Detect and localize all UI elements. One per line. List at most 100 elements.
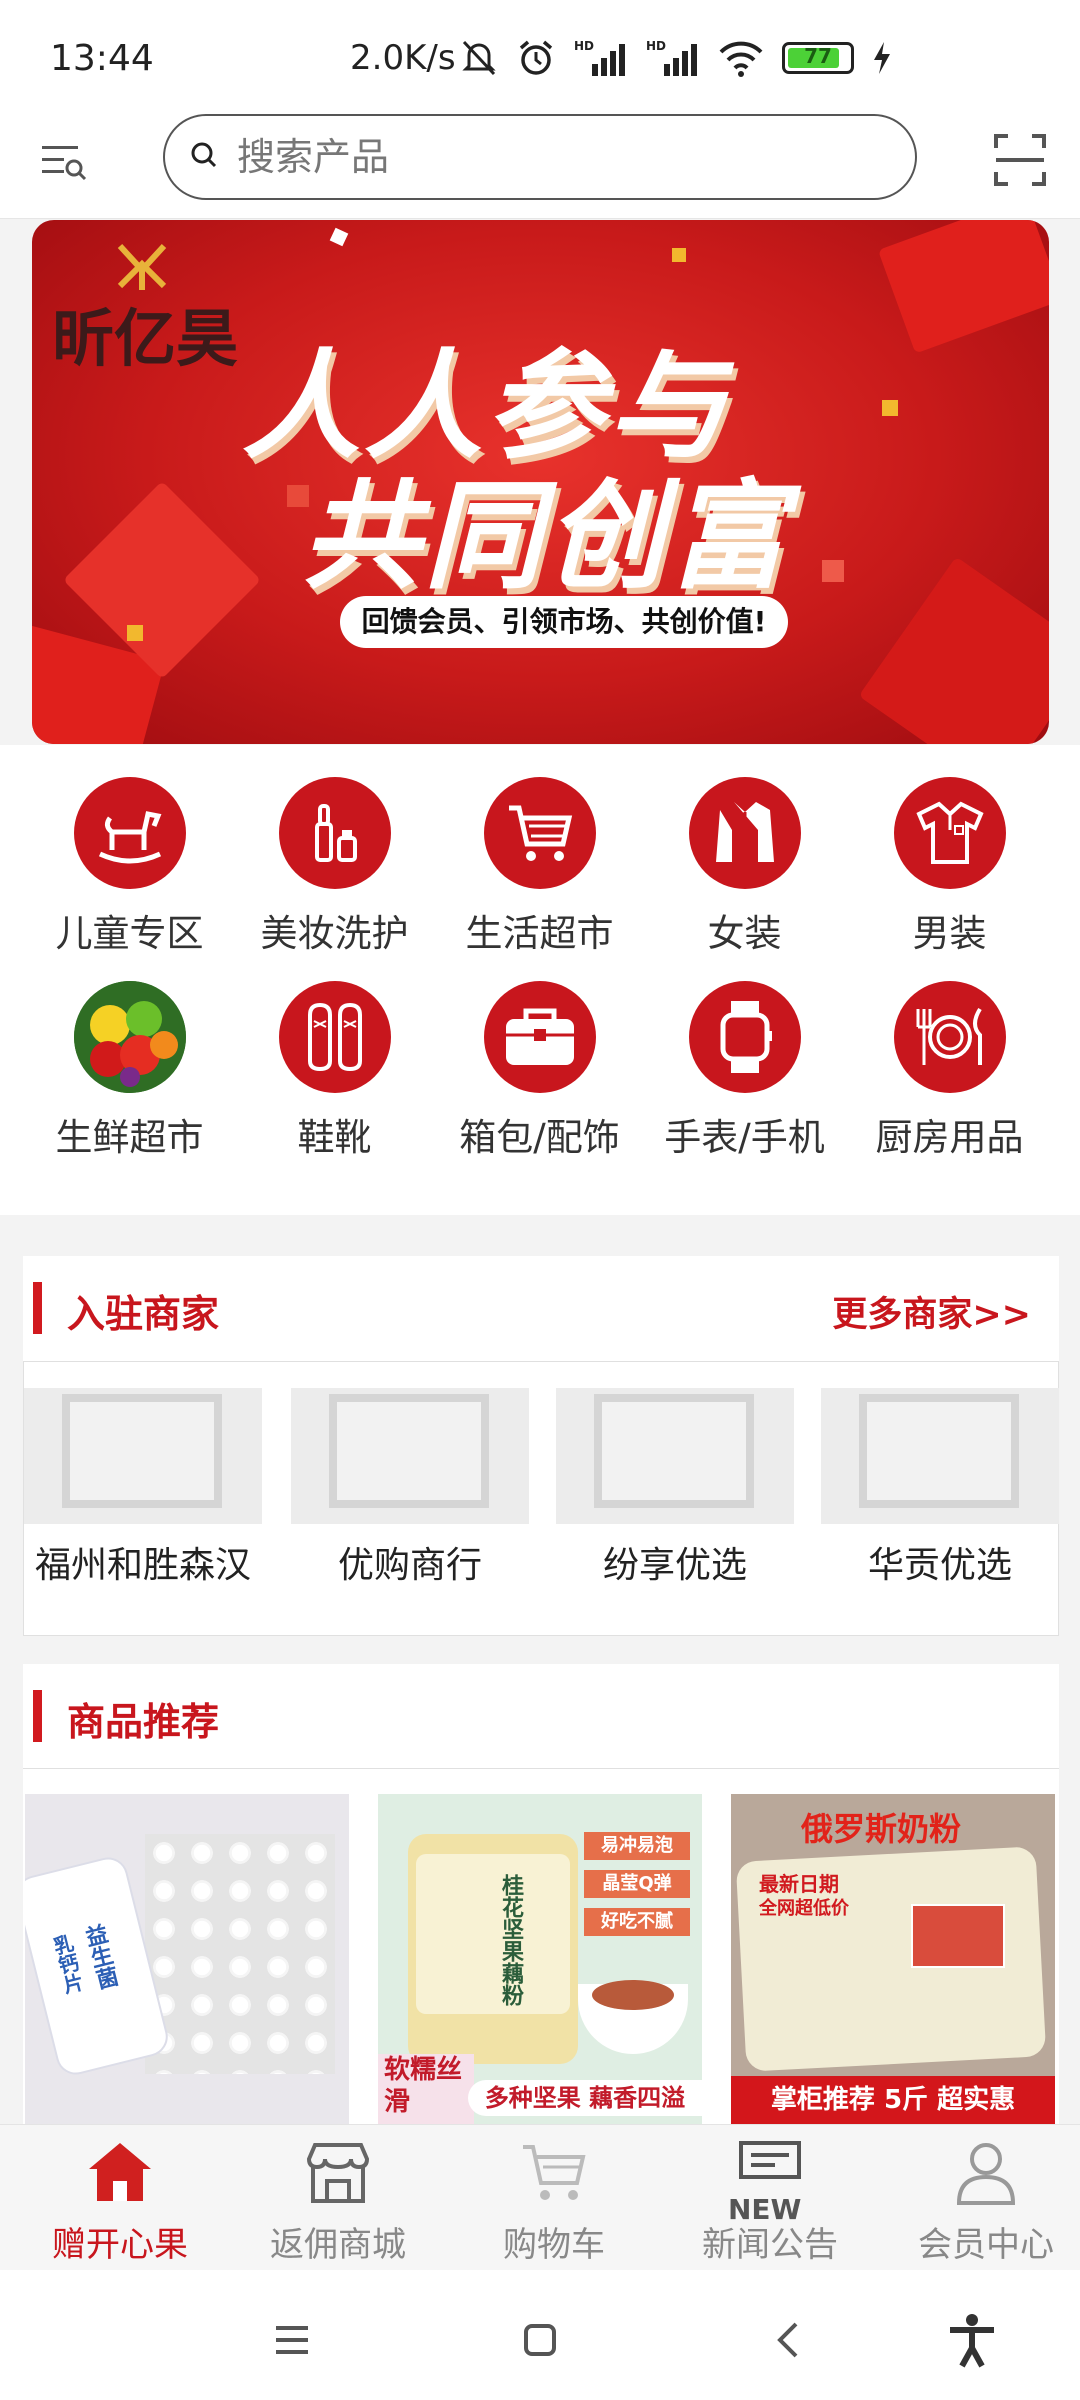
product-caption: 多种坚果 藕香四溢 [468,2080,702,2116]
product-caption: 晶莹Q弹 [584,1870,690,1898]
banner-tagline: 回馈会员、引领市场、共创价值! [340,596,788,648]
product-caption: 好吃不腻 [584,1908,690,1936]
category-label: 生鲜超市 [55,1116,204,1159]
status-bar: 13:44 2.0K/s HD HD 77 [0,0,1080,110]
cart-icon [523,2145,586,2200]
category-label: 儿童专区 [55,912,204,955]
search-icon [191,142,217,168]
battery-level: 77 [804,44,832,68]
product-caption: 桂花坚果藕粉 [498,1874,523,2006]
category-label: 美妆洗护 [260,912,409,955]
category-supermarket[interactable]: 生活超市 [437,777,642,957]
tab-cart[interactable]: 购物车 [454,2137,654,2266]
home-button-icon[interactable] [510,2310,570,2370]
category-beauty[interactable]: 美妆洗护 [232,777,437,957]
category-shoes[interactable]: 鞋靴 [232,981,437,1161]
category-label: 女装 [707,912,782,955]
battery-icon: 77 [782,42,854,74]
search-bar[interactable] [163,114,917,200]
cosmetics-icon [314,804,357,862]
product-caption: 易冲易泡 [584,1832,690,1860]
tab-news[interactable]: NEW 新闻公告 [670,2137,870,2266]
bottom-tab-bar: 赠开心果 返佣商城 购物车 NEW 新闻公告 会员中心 [0,2124,1080,2271]
brand-logo [117,243,167,290]
image-placeholder-icon [291,1388,529,1524]
tab-label: 赠开心果 [52,2225,188,2265]
more-merchants-link[interactable]: 更多商家>> [832,1286,1031,1337]
products-title: 商品推荐 [67,1700,220,1744]
recent-apps-icon[interactable] [262,2310,322,2370]
category-grid: 儿童专区 美妆洗护 生活超市 女装 男装 生鲜超市 鞋靴 箱包/配饰 手表/手机… [0,745,1080,1215]
merchant-list: 福州和胜森汉 优购商行 纷享优选 华贡优选 [23,1361,1059,1636]
merchant-name: 华贡优选 [867,1545,1012,1586]
watch-icon [720,1001,772,1073]
merchant-name: 纷享优选 [602,1545,747,1586]
network-speed: 2.0K/s [350,38,456,78]
coat-icon [715,802,774,866]
product-caption: 俄罗斯奶粉 [801,1810,962,1848]
category-bags[interactable]: 箱包/配饰 [437,981,642,1161]
product-caption: 全网超低价 [759,1898,849,1919]
product-caption: 软糯丝滑 [378,2054,474,2124]
home-icon [89,2143,151,2201]
merchant-name: 优购商行 [337,1545,482,1586]
rocking-horse-icon [98,811,161,864]
user-icon [956,2143,1016,2205]
svg-text:HD: HD [574,39,594,53]
category-fresh[interactable]: 生鲜超市 [27,981,232,1161]
product-caption: 掌柜推荐 5斤 超实惠 [731,2076,1055,2124]
merchant-name: 福州和胜森汉 [34,1545,251,1586]
top-header [0,110,1080,219]
tab-label: 会员中心 [918,2225,1054,2265]
shoes-icon [307,1002,362,1072]
promo-banner[interactable]: 昕亿昊 人人参与 共同创富 回馈会员、引领市场、共创价值! [32,220,1049,744]
back-icon[interactable] [760,2310,820,2370]
product-caption: 最新日期 [759,1872,839,1896]
bag-icon [505,1008,574,1065]
accessibility-icon[interactable] [942,2310,1002,2370]
alarm-icon [519,40,553,75]
product-card[interactable]: 益生菌 乳钙片 [25,1794,349,2124]
hd-signal-icon: HD [574,39,625,76]
tab-home[interactable]: 赠开心果 [20,2137,220,2266]
merchants-section: 入驻商家 更多商家>> 福州和胜森汉 优购商行 纷享优选 华贡优选 [23,1256,1059,1636]
shirt-icon [915,801,984,864]
products-section: 商品推荐 益生菌 乳钙片 桂花坚果藕粉 易冲易泡 晶莹Q弹 好吃不腻 软糯丝滑 … [23,1664,1059,2124]
image-placeholder-icon [556,1388,794,1524]
cart-icon [508,805,572,861]
svg-text:HD: HD [646,39,666,53]
product-card[interactable]: 俄罗斯奶粉 最新日期 全网超低价 掌柜推荐 5斤 超实惠 [731,1794,1055,2124]
brand-logo-text: 昕亿昊 [52,302,239,375]
tab-label: 返佣商城 [270,2225,406,2265]
news-badge: NEW [728,2193,802,2226]
charging-icon [874,42,890,74]
tab-member[interactable]: 会员中心 [886,2137,1080,2266]
category-womens[interactable]: 女装 [642,777,847,957]
category-label: 鞋靴 [297,1116,372,1159]
mute-bell-icon [462,40,496,76]
status-time: 13:44 [50,38,154,79]
category-kids[interactable]: 儿童专区 [27,777,232,957]
search-input[interactable] [235,126,879,188]
category-label: 厨房用品 [875,1116,1024,1159]
section-marker [33,1690,42,1742]
scan-icon[interactable] [992,132,1048,188]
banner-headline-2: 共同创富 [302,467,791,605]
category-watch[interactable]: 手表/手机 [642,981,847,1161]
section-marker [33,1282,42,1334]
merchants-title: 入驻商家 [67,1292,220,1336]
category-menu-icon[interactable] [38,136,90,188]
category-kitchen[interactable]: 厨房用品 [847,981,1052,1161]
category-label: 箱包/配饰 [459,1116,620,1159]
category-label: 男装 [912,912,987,955]
product-card[interactable]: 桂花坚果藕粉 易冲易泡 晶莹Q弹 好吃不腻 软糯丝滑 多种坚果 藕香四溢 [378,1794,702,2124]
store-icon [306,2143,370,2203]
hd-signal-icon: HD [646,39,697,76]
fruit-icon [73,981,186,1093]
image-placeholder-icon [821,1388,1059,1524]
category-mens[interactable]: 男装 [847,777,1052,957]
image-placeholder-icon [24,1388,262,1524]
tab-mall[interactable]: 返佣商城 [238,2137,438,2266]
category-label: 生活超市 [465,912,614,955]
system-navigation-bar [0,2270,1080,2400]
